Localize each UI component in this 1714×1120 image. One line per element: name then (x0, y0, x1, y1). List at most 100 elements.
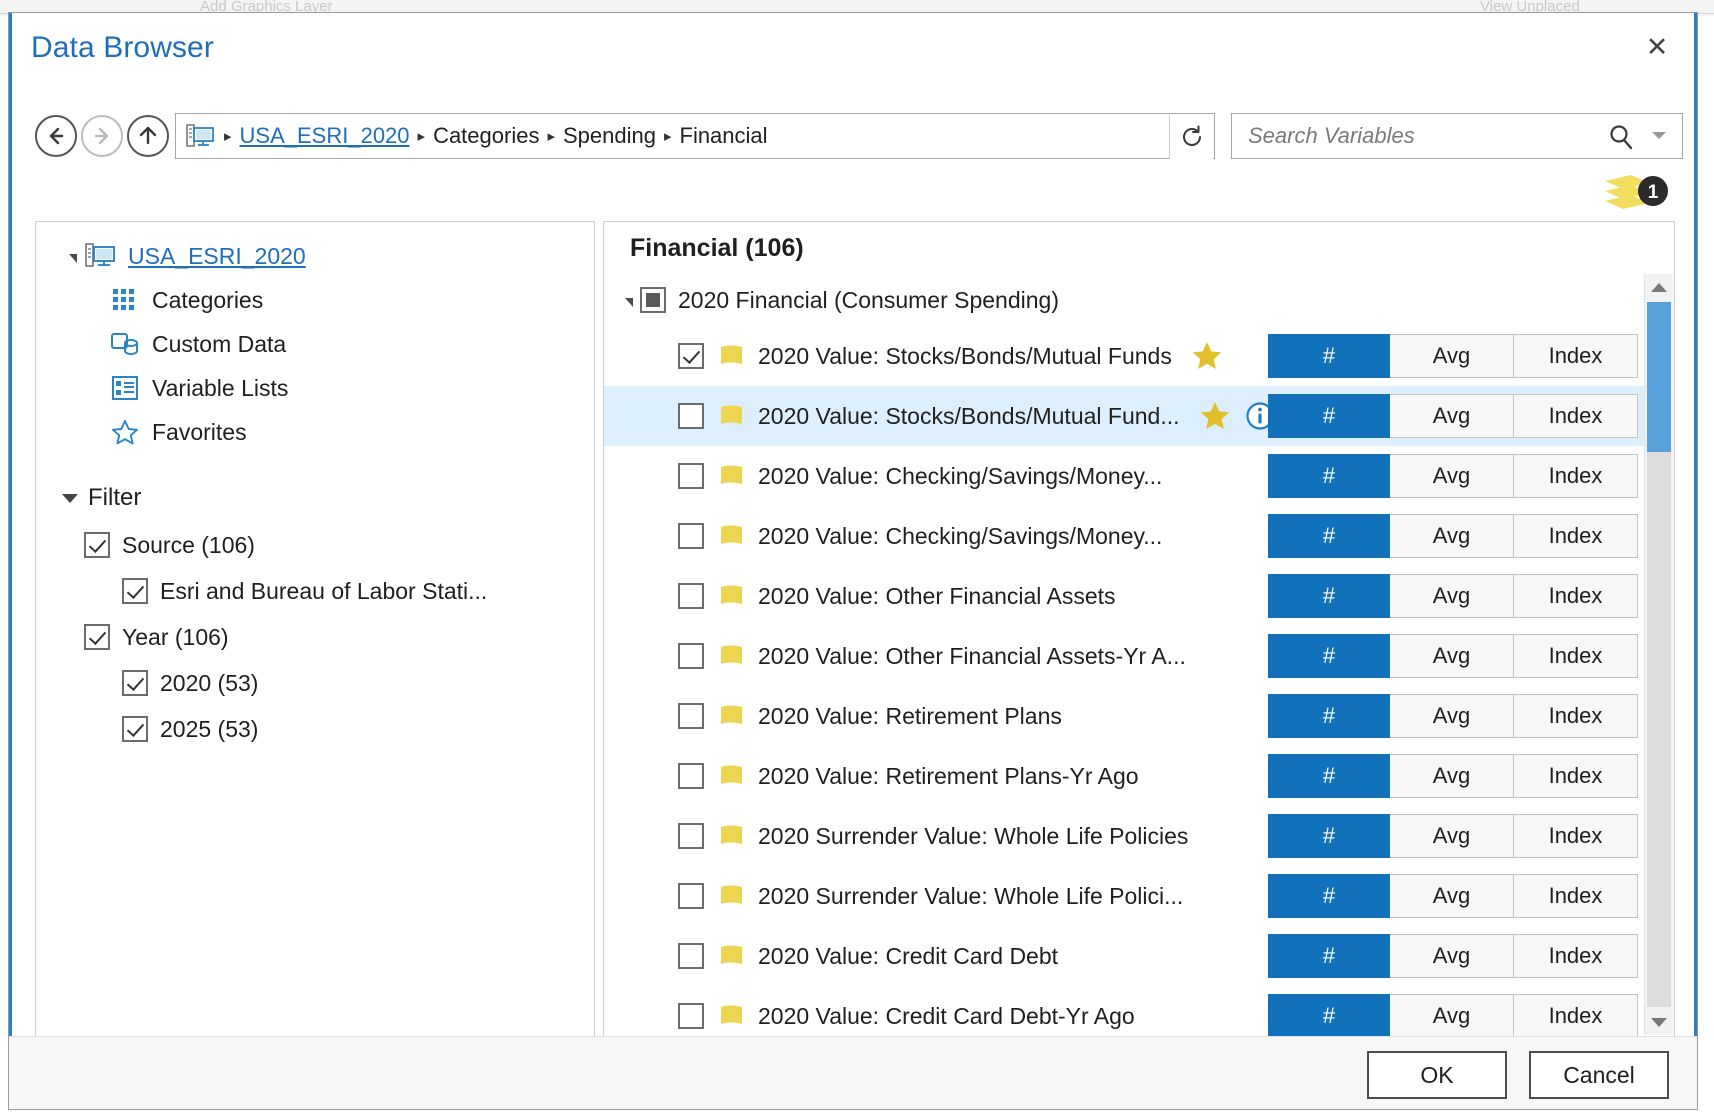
cancel-button[interactable]: Cancel (1529, 1051, 1669, 1099)
variable-checkbox[interactable] (678, 523, 704, 549)
avg-button[interactable]: Avg (1390, 874, 1514, 918)
variable-checkbox[interactable] (678, 763, 704, 789)
filter-checkbox[interactable] (84, 624, 110, 650)
filter-group-year[interactable]: Year (106) (36, 614, 594, 660)
search-icon[interactable] (1606, 122, 1636, 152)
sidebar-item-favorites[interactable]: Favorites (36, 410, 594, 454)
breadcrumb-item-3[interactable]: Financial (680, 123, 768, 149)
filter-checkbox[interactable] (122, 578, 148, 604)
avg-button[interactable]: Avg (1390, 334, 1514, 378)
variable-row[interactable]: 2020 Value: Credit Card Debt-Yr Ago#AvgI… (604, 986, 1644, 1036)
search-box[interactable] (1231, 113, 1683, 159)
variable-row[interactable]: 2020 Value: Other Financial Assets#AvgIn… (604, 566, 1644, 626)
forward-button[interactable] (81, 115, 123, 157)
breadcrumb-item-0[interactable]: USA_ESRI_2020 (240, 123, 410, 149)
chevron-down-icon[interactable] (1652, 132, 1666, 139)
variable-row[interactable]: 2020 Value: Stocks/Bonds/Mutual Fund...#… (604, 386, 1644, 446)
filter-option-2025[interactable]: 2025 (53) (36, 706, 594, 752)
ok-button[interactable]: OK (1367, 1051, 1507, 1099)
sidebar-item-custom-data[interactable]: Custom Data (36, 322, 594, 366)
vertical-scrollbar[interactable] (1644, 274, 1673, 1035)
count-button[interactable]: # (1268, 754, 1390, 798)
sidebar-item-root[interactable]: USA_ESRI_2020 (36, 234, 594, 278)
expand-arrow-icon[interactable] (618, 289, 640, 311)
variable-row[interactable]: 2020 Value: Credit Card Debt#AvgIndex (604, 926, 1644, 986)
variable-row[interactable]: 2020 Value: Stocks/Bonds/Mutual Funds#Av… (604, 326, 1644, 386)
favorite-star-icon[interactable] (1190, 339, 1224, 373)
filter-checkbox[interactable] (122, 716, 148, 742)
index-button[interactable]: Index (1514, 574, 1638, 618)
variable-row[interactable]: 2020 Value: Other Financial Assets-Yr A.… (604, 626, 1644, 686)
index-button[interactable]: Index (1514, 874, 1638, 918)
variable-row[interactable]: 2020 Value: Checking/Savings/Money...#Av… (604, 506, 1644, 566)
variable-checkbox[interactable] (678, 943, 704, 969)
avg-button[interactable]: Avg (1390, 454, 1514, 498)
avg-button[interactable]: Avg (1390, 634, 1514, 678)
scroll-up-button[interactable] (1645, 274, 1673, 300)
avg-button[interactable]: Avg (1390, 814, 1514, 858)
filter-checkbox[interactable] (122, 670, 148, 696)
variable-checkbox[interactable] (678, 463, 704, 489)
count-button[interactable]: # (1268, 394, 1390, 438)
variable-row[interactable]: 2020 Value: Retirement Plans#AvgIndex (604, 686, 1644, 746)
index-button[interactable]: Index (1514, 754, 1638, 798)
count-button[interactable]: # (1268, 934, 1390, 978)
breadcrumb-item-2[interactable]: Spending (563, 123, 656, 149)
selected-variables-badge[interactable]: 1 (1595, 171, 1673, 215)
avg-button[interactable]: Avg (1390, 514, 1514, 558)
sidebar-item-categories[interactable]: Categories (36, 278, 594, 322)
variable-row[interactable]: 2020 Surrender Value: Whole Life Policie… (604, 806, 1644, 866)
index-button[interactable]: Index (1514, 514, 1638, 558)
avg-button[interactable]: Avg (1390, 694, 1514, 738)
index-button[interactable]: Index (1514, 334, 1638, 378)
breadcrumb-item-1[interactable]: Categories (433, 123, 539, 149)
variable-checkbox[interactable] (678, 343, 704, 369)
scroll-down-button[interactable] (1645, 1009, 1673, 1035)
variable-checkbox[interactable] (678, 583, 704, 609)
filter-checkbox[interactable] (84, 532, 110, 558)
count-button[interactable]: # (1268, 334, 1390, 378)
expand-arrow-icon[interactable] (62, 245, 84, 267)
avg-button[interactable]: Avg (1390, 994, 1514, 1036)
refresh-button[interactable] (1169, 115, 1213, 159)
favorite-star-icon[interactable] (1198, 399, 1232, 433)
filter-option-2020[interactable]: 2020 (53) (36, 660, 594, 706)
index-button[interactable]: Index (1514, 994, 1638, 1036)
variable-checkbox[interactable] (678, 643, 704, 669)
variable-checkbox[interactable] (678, 823, 704, 849)
back-button[interactable] (35, 115, 77, 157)
variable-row[interactable]: 2020 Value: Checking/Savings/Money...#Av… (604, 446, 1644, 506)
count-button[interactable]: # (1268, 814, 1390, 858)
index-button[interactable]: Index (1514, 934, 1638, 978)
variable-checkbox[interactable] (678, 703, 704, 729)
sidebar-item-variable-lists[interactable]: Variable Lists (36, 366, 594, 410)
filter-section-header[interactable]: Filter (36, 474, 594, 522)
filter-option-esri-bls[interactable]: Esri and Bureau of Labor Stati... (36, 568, 594, 614)
variable-checkbox[interactable] (678, 403, 704, 429)
group-checkbox[interactable] (640, 287, 666, 313)
count-button[interactable]: # (1268, 454, 1390, 498)
count-button[interactable]: # (1268, 874, 1390, 918)
variable-checkbox[interactable] (678, 1003, 704, 1029)
count-button[interactable]: # (1268, 994, 1390, 1036)
avg-button[interactable]: Avg (1390, 934, 1514, 978)
variable-checkbox[interactable] (678, 883, 704, 909)
address-bar[interactable]: ▸ USA_ESRI_2020 ▸ Categories ▸ Spending … (175, 113, 1215, 159)
filter-group-source[interactable]: Source (106) (36, 522, 594, 568)
up-one-level-button[interactable] (127, 115, 169, 157)
avg-button[interactable]: Avg (1390, 394, 1514, 438)
count-button[interactable]: # (1268, 694, 1390, 738)
avg-button[interactable]: Avg (1390, 574, 1514, 618)
index-button[interactable]: Index (1514, 814, 1638, 858)
index-button[interactable]: Index (1514, 454, 1638, 498)
variable-group-row[interactable]: 2020 Financial (Consumer Spending) (604, 274, 1644, 326)
variable-row[interactable]: 2020 Value: Retirement Plans-Yr Ago#AvgI… (604, 746, 1644, 806)
scrollbar-track[interactable] (1647, 302, 1671, 1007)
variable-row[interactable]: 2020 Surrender Value: Whole Life Polici.… (604, 866, 1644, 926)
index-button[interactable]: Index (1514, 634, 1638, 678)
count-button[interactable]: # (1268, 634, 1390, 678)
search-input[interactable] (1246, 115, 1580, 157)
avg-button[interactable]: Avg (1390, 754, 1514, 798)
scrollbar-thumb[interactable] (1647, 302, 1671, 452)
index-button[interactable]: Index (1514, 394, 1638, 438)
